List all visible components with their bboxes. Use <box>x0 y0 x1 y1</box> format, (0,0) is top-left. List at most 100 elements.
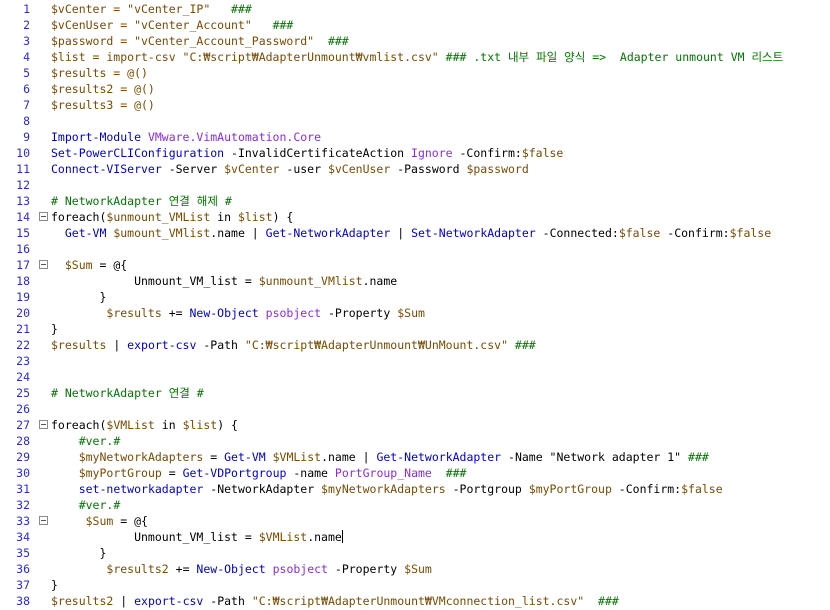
line-number: 4 <box>23 50 30 64</box>
code-line[interactable]: 31 set-networkadapter -NetworkAdapter $m… <box>0 481 830 497</box>
code-text: # NetworkAdapter 연결 해제 # <box>51 193 232 209</box>
code-text: $results2 = @() <box>51 81 155 97</box>
code-text: $vCenter = "vCenter_IP" ### <box>51 1 252 17</box>
code-text: $results = @() <box>51 65 148 81</box>
fold-toggle-icon[interactable] <box>39 516 48 525</box>
code-line[interactable]: 19 } <box>0 289 830 305</box>
code-line[interactable]: 21} <box>0 321 830 337</box>
code-line[interactable]: 20 $results += New-Object psobject -Prop… <box>0 305 830 321</box>
code-line[interactable]: 37} <box>0 577 830 593</box>
code-token: set-networkadapter <box>78 482 211 496</box>
code-token: -Confirm: <box>618 482 682 496</box>
code-line[interactable]: 30 $myPortGroup = Get-VDPortgroup -name … <box>0 465 830 481</box>
code-line[interactable]: 34 Unmount_VM_list = $VMList.name <box>0 529 830 545</box>
code-line[interactable]: 6 $results2 = @() <box>0 81 830 97</box>
code-token: | <box>120 594 135 608</box>
code-token: Unmount_VM_list = <box>51 530 259 544</box>
code-line[interactable]: 38 $results2 | export-csv -Path "C:₩scrip… <box>0 593 830 609</box>
code-line[interactable]: 35 } <box>0 545 830 561</box>
code-line[interactable]: 27 foreach($VMList in $list) { <box>0 417 830 433</box>
code-text: set-networkadapter -NetworkAdapter $myNe… <box>51 481 723 497</box>
code-token: export-csv <box>127 338 204 352</box>
code-line[interactable]: 9 Import-Module VMware.VimAutomation.Core <box>0 129 830 145</box>
code-line[interactable]: 2 $vCenUser = "vCenter_Account" ### <box>0 17 830 33</box>
fold-toggle-icon[interactable] <box>39 420 48 429</box>
code-token: += <box>175 562 197 576</box>
code-token: ### .txt 내부 파일 양식 => Adapter unmount VM … <box>445 50 784 64</box>
code-token: -Name "Network adapter 1" <box>508 450 689 464</box>
code-token: Set-NetworkAdapter <box>411 226 543 240</box>
code-token: $vCenter <box>224 162 287 176</box>
code-line[interactable]: 16 <box>0 241 830 257</box>
code-line[interactable]: 26 <box>0 401 830 417</box>
code-line[interactable]: 15 Get-VM $umount_VMlist.name | Get-Netw… <box>0 225 830 241</box>
line-number: 28 <box>16 434 30 448</box>
code-token: } <box>51 546 107 560</box>
code-token: $VMList <box>106 418 162 432</box>
code-token: $myPortGroup <box>528 482 619 496</box>
line-number: 32 <box>16 498 30 512</box>
code-line[interactable]: 11 Connect-VIServer -Server $vCenter -use… <box>0 161 830 177</box>
code-token: foreach( <box>51 210 107 224</box>
code-line[interactable]: 28 #ver.# <box>0 433 830 449</box>
code-line[interactable]: 8 <box>0 113 830 129</box>
code-token: $vCenUser <box>327 162 398 176</box>
line-number: 16 <box>16 242 30 256</box>
code-line[interactable]: 1 $vCenter = "vCenter_IP" ### <box>0 1 830 17</box>
code-text: } <box>51 545 106 561</box>
code-token: $Sum <box>404 562 432 576</box>
code-token: foreach( <box>51 418 107 432</box>
code-token: $vCenter = "vCenter_IP" <box>51 2 232 16</box>
code-text: #ver.# <box>51 497 121 513</box>
code-line[interactable]: 7 $results3 = @() <box>0 97 830 113</box>
code-token: $unmount_VMlist <box>258 274 363 288</box>
code-line[interactable]: 24 <box>0 369 830 385</box>
code-line[interactable]: 29 $myNetworkAdapters = Get-VM $VMList.n… <box>0 449 830 465</box>
code-line[interactable]: 23 <box>0 353 830 369</box>
code-token: $list <box>182 418 218 432</box>
code-token: -Confirm: <box>667 226 730 240</box>
line-number: 26 <box>16 402 30 416</box>
code-token: in <box>161 418 183 432</box>
code-token: Get-NetworkAdapter <box>376 450 509 464</box>
code-line[interactable]: 4 $list = import-csv "C:₩script₩AdapterUn… <box>0 49 830 65</box>
code-line[interactable]: 12 <box>0 177 830 193</box>
line-number: 24 <box>16 370 30 384</box>
fold-toggle-icon[interactable] <box>39 260 48 269</box>
code-line[interactable]: 13 # NetworkAdapter 연결 해제 # <box>0 193 830 209</box>
line-number: 25 <box>16 386 30 400</box>
code-line[interactable]: 22 $results | export-csv -Path "C:₩script… <box>0 337 830 353</box>
code-editor[interactable]: 1 $vCenter = "vCenter_IP" ### 2 $vCenUser =… <box>0 0 830 610</box>
code-token: | <box>113 338 128 352</box>
code-line[interactable]: 36 $results2 += New-Object psobject -Pro… <box>0 561 830 577</box>
fold-toggle-icon[interactable] <box>39 212 48 221</box>
code-token: } <box>51 290 107 304</box>
code-text: Unmount_VM_list = $unmount_VMlist.name <box>51 273 397 289</box>
code-token: $list = import-csv "C:₩script₩AdapterUnm… <box>51 50 446 64</box>
code-line[interactable]: 3 $password = "vCenter_Account_Password" … <box>0 33 830 49</box>
code-token: $results <box>106 306 169 320</box>
code-line[interactable]: 10 Set-PowerCLIConfiguration -InvalidCert… <box>0 145 830 161</box>
code-line[interactable]: 14 foreach($unmount_VMList in $list) { <box>0 209 830 225</box>
code-token: = <box>210 450 225 464</box>
code-line[interactable]: 33 $Sum = @{ <box>0 513 830 529</box>
line-number: 8 <box>23 114 30 128</box>
code-text: $results | export-csv -Path "C:₩script₩A… <box>51 337 536 353</box>
code-line[interactable]: 5 $results = @() <box>0 65 830 81</box>
code-token: #ver.# <box>78 498 121 512</box>
code-text: $Sum = @{ <box>51 257 127 273</box>
code-line[interactable]: 25 # NetworkAdapter 연결 # <box>0 385 830 401</box>
code-line[interactable]: 17 $Sum = @{ <box>0 257 830 273</box>
code-token: -Password <box>397 162 467 176</box>
code-text: $vCenUser = "vCenter_Account" ### <box>51 17 293 33</box>
code-token: -user <box>286 162 328 176</box>
code-line[interactable]: 18 Unmount_VM_list = $unmount_VMlist.nam… <box>0 273 830 289</box>
code-token: -Portgroup <box>452 482 529 496</box>
code-token: -Property <box>334 562 405 576</box>
code-line[interactable]: 32 #ver.# <box>0 497 830 513</box>
line-number: 3 <box>23 34 30 48</box>
line-number: 36 <box>16 562 30 576</box>
